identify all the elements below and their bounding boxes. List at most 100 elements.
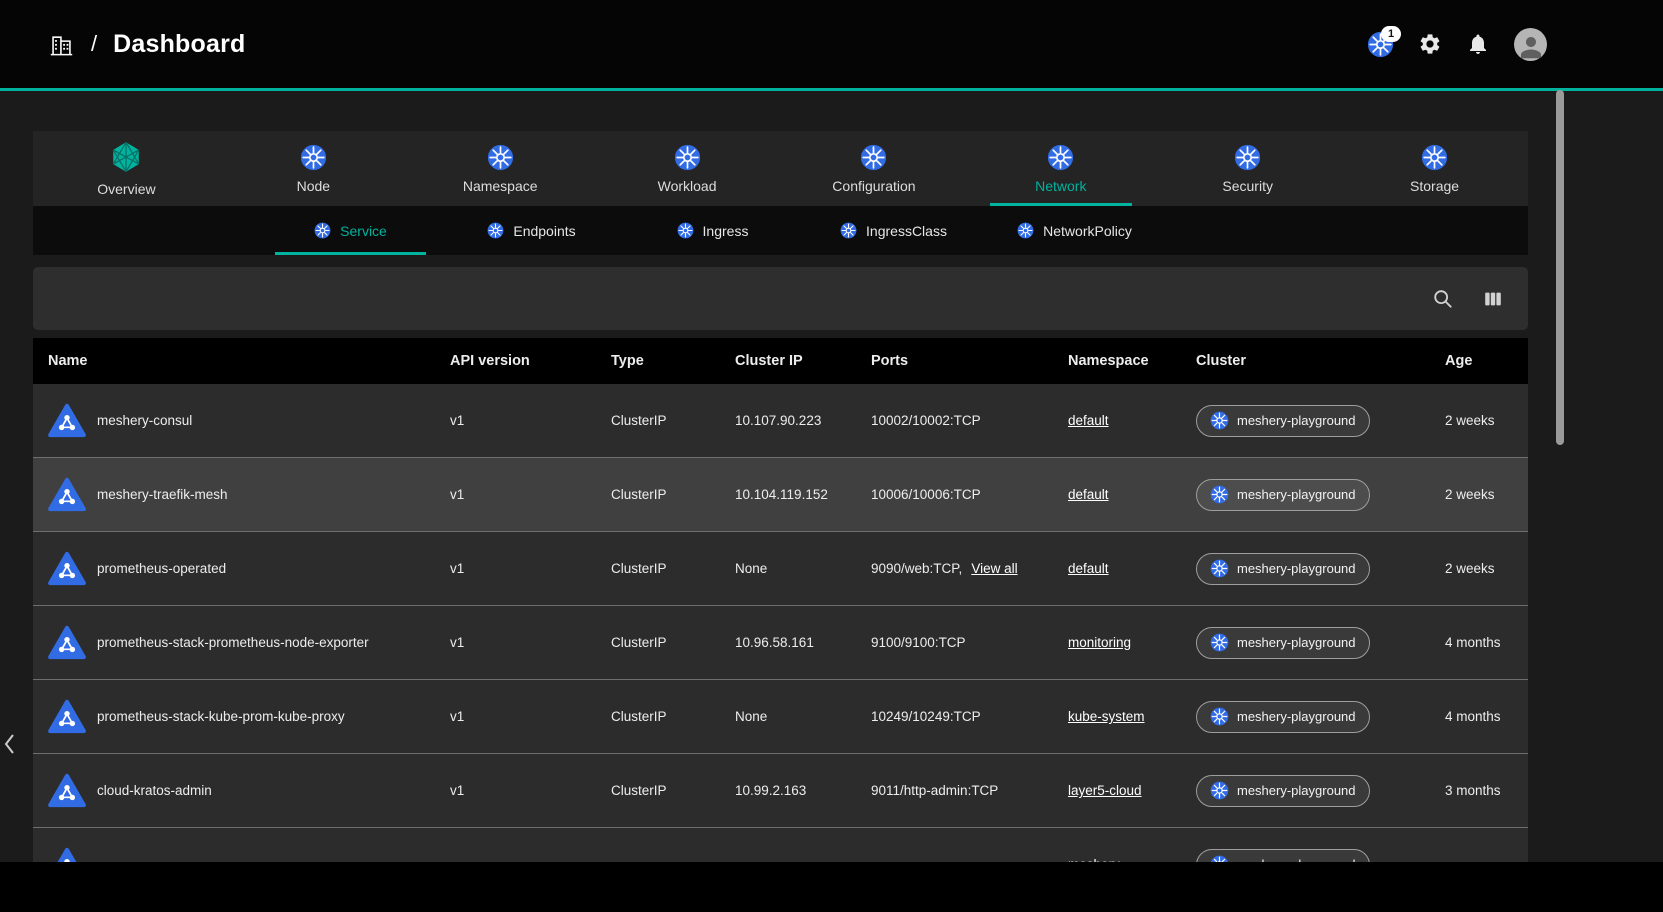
age: 3 months <box>1430 783 1528 798</box>
service-resource-icon <box>48 699 86 734</box>
main-tab-namespace[interactable]: Namespace <box>407 131 594 206</box>
main-tab-label: Namespace <box>463 178 538 194</box>
person-icon <box>1516 32 1546 61</box>
column-header[interactable]: Namespace <box>1053 353 1181 369</box>
view-all-link[interactable]: View all <box>971 561 1017 576</box>
namespace-link[interactable]: default <box>1068 487 1109 502</box>
service-type: ClusterIP <box>596 413 720 428</box>
sub-tab-ingress[interactable]: Ingress <box>622 206 803 255</box>
search-icon <box>1432 288 1454 310</box>
service-type: ClusterIP <box>596 783 720 798</box>
column-header[interactable]: Cluster IP <box>720 353 856 369</box>
main-tab-storage[interactable]: Storage <box>1341 131 1528 206</box>
cluster-chip[interactable]: meshery-playground <box>1196 701 1370 733</box>
column-header[interactable]: Cluster <box>1181 353 1430 369</box>
building-icon[interactable] <box>48 31 75 58</box>
api-version: v1 <box>435 561 596 576</box>
kubernetes-status-button[interactable]: 1 <box>1367 31 1394 58</box>
view-columns-button[interactable] <box>1482 288 1504 310</box>
table-row[interactable]: prometheus-stack-prometheus-node-exporte… <box>33 606 1528 680</box>
collapse-sidebar-chevron-icon[interactable] <box>1 731 17 757</box>
main-tab-security[interactable]: Security <box>1154 131 1341 206</box>
column-header[interactable]: Name <box>33 353 435 369</box>
ports-text: 9011/http-admin:TCP <box>871 783 998 798</box>
page-title: Dashboard <box>113 30 245 59</box>
settings-button[interactable] <box>1418 32 1442 56</box>
namespace-link[interactable]: layer5-cloud <box>1068 783 1142 798</box>
cluster-chip[interactable]: meshery-playground <box>1196 479 1370 511</box>
service-resource-icon <box>48 551 86 586</box>
cluster-chip[interactable]: meshery-playground <box>1196 405 1370 437</box>
service-type: ClusterIP <box>596 709 720 724</box>
ports-text: 10006/10006:TCP <box>871 487 981 502</box>
search-button[interactable] <box>1432 288 1454 310</box>
api-version: v1 <box>435 709 596 724</box>
age: 2 weeks <box>1430 561 1528 576</box>
cluster-ip: 10.99.2.163 <box>720 783 856 798</box>
api-version: v1 <box>435 783 596 798</box>
api-version: v1 <box>435 413 596 428</box>
main-tab-bar: Overview Node Namespace Workload Configu… <box>33 131 1528 206</box>
main-tab-label: Node <box>297 178 330 194</box>
main-tab-configuration[interactable]: Configuration <box>781 131 968 206</box>
cluster-chip-label: meshery-playground <box>1237 783 1356 798</box>
kubernetes-icon <box>1047 144 1074 171</box>
notifications-button[interactable] <box>1466 32 1490 56</box>
cluster-chip-label: meshery-playground <box>1237 709 1356 724</box>
kubernetes-icon <box>487 222 504 239</box>
sub-tab-service[interactable]: Service <box>260 206 441 255</box>
cluster-chip[interactable]: meshery-playground <box>1196 627 1370 659</box>
kubernetes-icon <box>1210 485 1229 504</box>
namespace-link[interactable]: default <box>1068 413 1109 428</box>
column-header[interactable]: Age <box>1430 353 1528 369</box>
table-row[interactable]: prometheus-stack-kube-prom-kube-proxy v1… <box>33 680 1528 754</box>
kubernetes-icon <box>1234 144 1261 171</box>
table-row[interactable]: meshery-consul v1 ClusterIP 10.107.90.22… <box>33 384 1528 458</box>
main-tab-network[interactable]: Network <box>967 131 1154 206</box>
service-resource-icon <box>48 477 86 512</box>
sub-tab-networkpolicy[interactable]: NetworkPolicy <box>984 206 1165 255</box>
table-row[interactable]: prometheus-operated v1 ClusterIP None 90… <box>33 532 1528 606</box>
column-header[interactable]: API version <box>435 353 596 369</box>
cluster-chip[interactable]: meshery-playground <box>1196 553 1370 585</box>
namespace-link[interactable]: default <box>1068 561 1109 576</box>
age: 4 months <box>1430 709 1528 724</box>
bottom-strip <box>0 862 1663 912</box>
cluster-ip: None <box>720 709 856 724</box>
service-name: cloud-kratos-admin <box>97 783 212 798</box>
table-row[interactable]: cloud-kratos-admin v1 ClusterIP 10.99.2.… <box>33 754 1528 828</box>
status-badge: 1 <box>1381 26 1401 42</box>
cluster-ip: 10.96.58.161 <box>720 635 856 650</box>
service-name: prometheus-operated <box>97 561 226 576</box>
table-row[interactable]: meshery-traefik-mesh v1 ClusterIP 10.104… <box>33 458 1528 532</box>
age: 4 months <box>1430 635 1528 650</box>
kubernetes-icon <box>1017 222 1034 239</box>
service-type: ClusterIP <box>596 487 720 502</box>
main-tab-label: Workload <box>658 178 717 194</box>
namespace-link[interactable]: kube-system <box>1068 709 1145 724</box>
accent-divider <box>0 88 1663 91</box>
cluster-ip: 10.107.90.223 <box>720 413 856 428</box>
cluster-ip: 10.104.119.152 <box>720 487 856 502</box>
namespace-link[interactable]: monitoring <box>1068 635 1131 650</box>
service-resource-icon <box>48 403 86 438</box>
column-header[interactable]: Ports <box>856 353 1053 369</box>
dashboard-page: / Dashboard 1 Overview Node <box>0 0 1663 912</box>
main-tab-workload[interactable]: Workload <box>594 131 781 206</box>
kubernetes-icon <box>1210 411 1229 430</box>
main-tab-node[interactable]: Node <box>220 131 407 206</box>
sub-tab-ingressclass[interactable]: IngressClass <box>803 206 984 255</box>
services-table: NameAPI versionTypeCluster IPPortsNamesp… <box>33 338 1528 902</box>
main-tab-overview[interactable]: Overview <box>33 131 220 206</box>
avatar[interactable] <box>1514 28 1547 61</box>
cluster-ip: None <box>720 561 856 576</box>
scrollbar-thumb[interactable] <box>1556 90 1564 445</box>
cluster-chip-label: meshery-playground <box>1237 635 1356 650</box>
kubernetes-icon <box>1210 633 1229 652</box>
sub-tab-label: Service <box>340 223 387 239</box>
sub-tab-label: IngressClass <box>866 223 947 239</box>
cluster-chip[interactable]: meshery-playground <box>1196 775 1370 807</box>
column-header[interactable]: Type <box>596 353 720 369</box>
cluster-chip-label: meshery-playground <box>1237 413 1356 428</box>
sub-tab-endpoints[interactable]: Endpoints <box>441 206 622 255</box>
